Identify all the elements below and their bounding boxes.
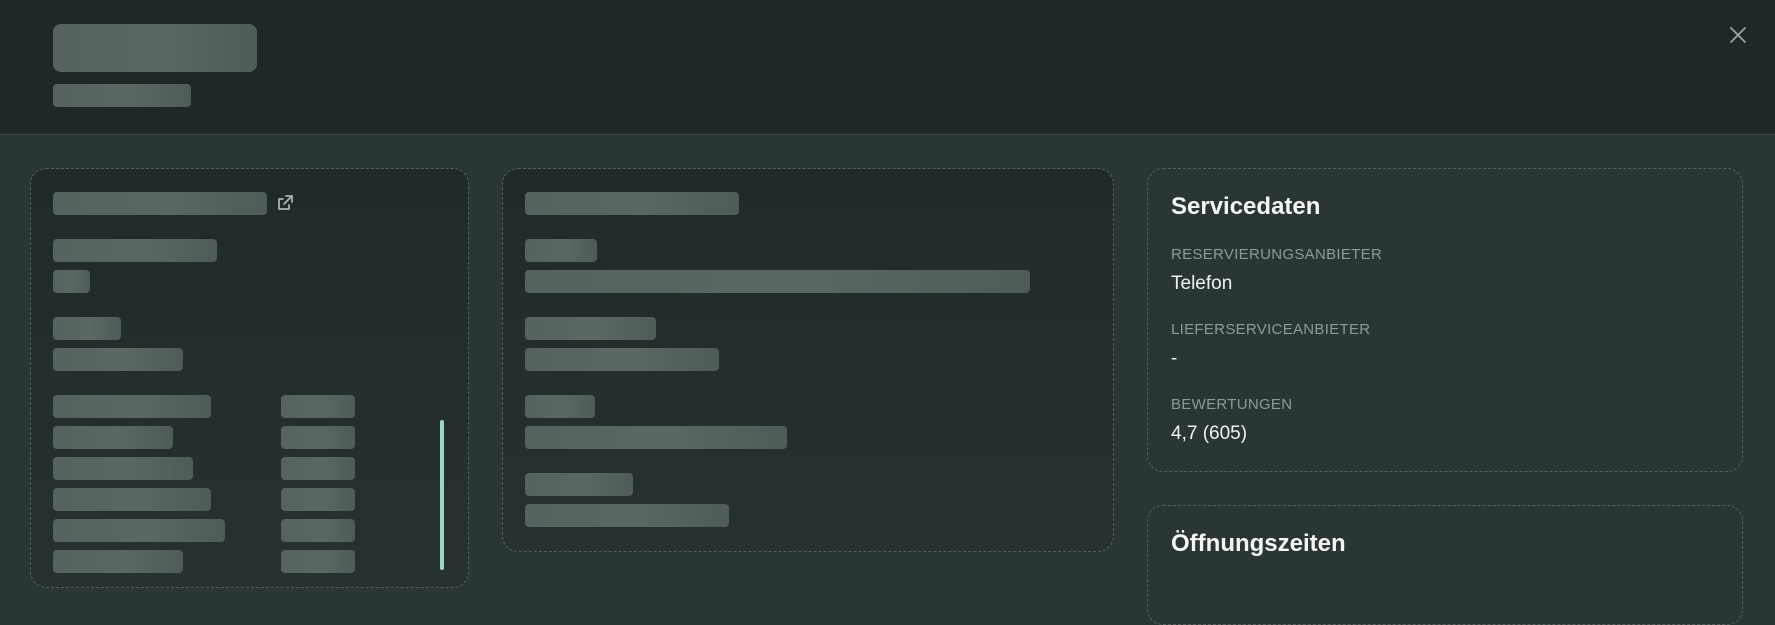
list-row-left-skeleton [53,457,193,480]
field-value-skeleton [53,270,90,293]
field-value-skeleton [525,504,729,527]
field-value-skeleton [525,270,1030,293]
field-label-skeleton [525,473,633,496]
delivery-provider-value: - [1171,348,1178,369]
opening-hours-title: Öffnungszeiten [1171,530,1346,557]
list-row-right-skeleton [281,550,355,573]
delivery-provider-label: LIEFERSERVICEANBIETER [1171,321,1371,338]
field-label-skeleton [525,239,597,262]
ratings-value: 4,7 (605) [1171,423,1248,444]
subtitle-skeleton [53,84,191,107]
scrollbar-thumb[interactable] [440,420,444,570]
list-row-left-skeleton [53,519,225,542]
field-value-skeleton [53,348,183,371]
list-row-right-skeleton [281,395,355,418]
details-card-title-skeleton [53,192,267,215]
list-row-left-skeleton [53,488,211,511]
service-data-title: Servicedaten [1171,193,1321,220]
external-link-icon[interactable] [275,193,295,213]
close-button[interactable] [1723,20,1753,50]
list-row-left-skeleton [53,395,211,418]
info-card-title-skeleton [525,192,739,215]
modal-header [0,0,1775,135]
reservation-provider-label: RESERVIERUNGSANBIETER [1171,246,1383,263]
ratings-label: BEWERTUNGEN [1171,396,1293,413]
title-skeleton [53,24,257,72]
field-value-skeleton [525,426,787,449]
close-icon [1730,27,1746,43]
reservation-provider-value: Telefon [1171,273,1233,294]
list-row-right-skeleton [281,519,355,542]
field-label-skeleton [525,395,595,418]
field-label-skeleton [53,239,217,262]
field-label-skeleton [525,317,656,340]
field-value-skeleton [525,348,719,371]
field-label-skeleton [53,317,121,340]
list-row-left-skeleton [53,426,173,449]
list-row-left-skeleton [53,550,183,573]
opening-hours-card [1147,505,1743,625]
list-row-right-skeleton [281,488,355,511]
list-row-right-skeleton [281,457,355,480]
list-row-right-skeleton [281,426,355,449]
